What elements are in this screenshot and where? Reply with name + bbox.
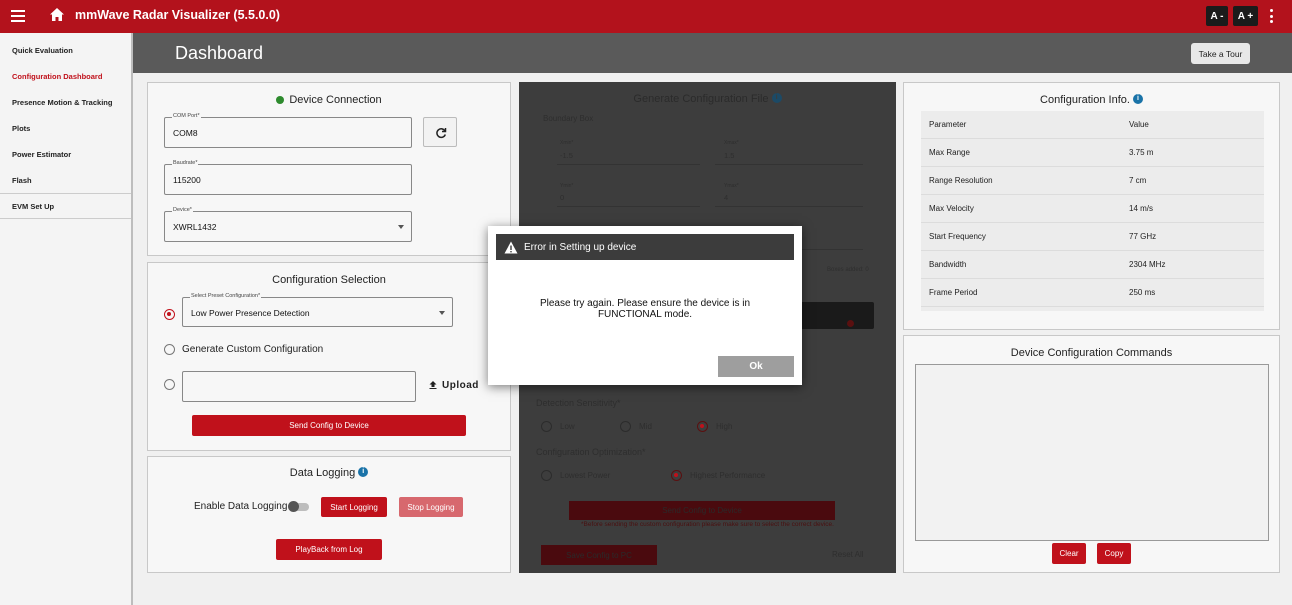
generate-send-config-button[interactable]: Send Config to Device	[569, 501, 835, 520]
upload-button[interactable]: Upload	[428, 380, 479, 391]
error-dialog: Error in Setting up device Please try ag…	[488, 226, 802, 385]
sensitivity-low-radio[interactable]	[541, 421, 552, 432]
refresh-icon	[436, 128, 447, 139]
device-config-commands-panel: Device Configuration Commands Clear Copy	[903, 335, 1280, 573]
sensitivity-mid-radio[interactable]	[620, 421, 631, 432]
device-note: *Before sending the custom configuration…	[581, 521, 834, 528]
xmax-field[interactable]: 1.5	[724, 151, 734, 160]
table-header: Parameter Value	[921, 111, 1264, 139]
data-logging-title: Data Logging	[289, 467, 356, 479]
sidebar-item-quick-evaluation[interactable]: Quick Evaluation	[0, 37, 131, 63]
generate-config-title: Generate Configuration File	[633, 93, 769, 105]
sidebar-item-presence-motion-tracking[interactable]: Presence Motion & Tracking	[0, 89, 131, 115]
send-config-to-device-button[interactable]: Send Config to Device	[192, 415, 466, 436]
ok-button[interactable]: Ok	[718, 356, 794, 377]
page-header: Dashboard Take a Tour	[133, 33, 1292, 73]
lowest-power-radio[interactable]	[541, 470, 552, 481]
preset-config-select[interactable]: Select Preset Configuration* Low Power P…	[182, 293, 453, 327]
commands-textarea[interactable]	[915, 364, 1269, 541]
configuration-info-table: Parameter Value Max Range 3.75 m Range Res…	[921, 111, 1264, 311]
table-row: Frame Period 250 ms	[921, 279, 1264, 307]
menu-icon[interactable]	[11, 10, 25, 22]
ymax-field[interactable]: 4	[724, 193, 728, 202]
table-row: Start Frequency 77 GHz	[921, 223, 1264, 251]
boxes-added-label: Boxes added: 0	[827, 267, 869, 273]
device-connection-panel: Device Connection COM Port* COM8 Baudrat…	[147, 82, 511, 256]
reset-all-button[interactable]: Reset All	[832, 550, 864, 559]
xmin-field[interactable]: -1.5	[560, 151, 573, 160]
info-icon[interactable]: i	[771, 93, 782, 103]
highest-performance-radio[interactable]	[671, 470, 682, 481]
upload-file-field[interactable]	[182, 371, 416, 402]
sensitivity-high-radio[interactable]	[697, 421, 708, 432]
save-config-to-pc-button[interactable]: Save Config to PC	[541, 545, 657, 565]
preset-config-radio[interactable]	[164, 309, 175, 320]
data-logging-panel: Data Logging i Enable Data Logging Start …	[147, 456, 511, 573]
configuration-info-panel: Configuration Info. i Parameter Value Max …	[903, 82, 1280, 330]
copy-button[interactable]: Copy	[1097, 543, 1131, 564]
sidebar-item-plots[interactable]: Plots	[0, 115, 131, 141]
custom-config-label: Generate Custom Configuration	[182, 344, 324, 355]
more-vertical-icon[interactable]	[1268, 9, 1274, 23]
font-increase-button[interactable]: A +	[1233, 6, 1258, 26]
stop-logging-button[interactable]: Stop Logging	[399, 497, 463, 517]
com-port-field[interactable]: COM Port* COM8	[164, 113, 412, 148]
configuration-selection-title: Configuration Selection	[272, 274, 386, 286]
table-row: Max Range 3.75 m	[921, 139, 1264, 167]
sidebar-item-configuration-dashboard[interactable]: Configuration Dashboard	[0, 63, 131, 89]
ymin-field[interactable]: 0	[560, 193, 564, 202]
connection-status-indicator	[276, 96, 285, 105]
device-connection-title: Device Connection	[289, 94, 382, 106]
font-decrease-button[interactable]: A -	[1206, 6, 1228, 26]
device-select[interactable]: Device* XWRL1432	[164, 207, 412, 242]
app-title: mmWave Radar Visualizer (5.5.0.0)	[75, 8, 280, 22]
home-icon[interactable]	[49, 7, 65, 23]
start-logging-button[interactable]: Start Logging	[321, 497, 387, 517]
table-row: Bandwidth 2304 MHz	[921, 251, 1264, 279]
custom-config-radio[interactable]	[164, 344, 175, 355]
sidebar-item-evm-set-up[interactable]: EVM Set Up	[0, 193, 131, 219]
dialog-message: Please try again. Please ensure the devi…	[539, 298, 751, 320]
take-a-tour-button[interactable]: Take a Tour	[1191, 43, 1250, 64]
dialog-title: Error in Setting up device	[524, 241, 637, 253]
page-title: Dashboard	[175, 43, 264, 63]
device-config-commands-title: Device Configuration Commands	[1010, 347, 1173, 359]
table-row: Max Velocity 14 m/s	[921, 195, 1264, 223]
enable-data-logging-toggle[interactable]	[288, 501, 309, 512]
top-app-bar: mmWave Radar Visualizer (5.5.0.0) A - A …	[0, 0, 1292, 33]
table-row: Range Resolution 7 cm	[921, 167, 1264, 195]
dialog-header: Error in Setting up device	[496, 234, 794, 260]
info-icon[interactable]: i	[358, 467, 369, 477]
enable-data-logging-label: Enable Data Logging	[194, 501, 288, 512]
dropdown-arrow-icon	[398, 225, 404, 229]
config-optimization-label: Configuration Optimization*	[536, 447, 646, 457]
clear-button[interactable]: Clear	[1052, 543, 1086, 564]
sidebar: Quick Evaluation Configuration Dashboard…	[0, 33, 133, 605]
upload-icon	[429, 381, 437, 390]
playback-from-log-button[interactable]: PlayBack from Log	[276, 539, 382, 560]
baudrate-field[interactable]: Baudrate* 115200	[164, 160, 412, 195]
sidebar-item-flash[interactable]: Flash	[0, 167, 131, 193]
warning-icon	[504, 241, 518, 253]
configuration-info-title: Configuration Info.	[1040, 94, 1130, 106]
dropdown-arrow-icon	[439, 311, 445, 315]
sidebar-item-power-estimator[interactable]: Power Estimator	[0, 141, 131, 167]
boundary-box-label: Boundary Box	[543, 114, 594, 123]
refresh-button[interactable]	[423, 117, 457, 147]
detection-sensitivity-label: Detection Sensitivity*	[536, 398, 621, 408]
upload-config-radio[interactable]	[164, 379, 175, 390]
info-icon[interactable]: i	[1132, 94, 1143, 104]
configuration-selection-panel: Configuration Selection Select Preset Co…	[147, 262, 511, 451]
